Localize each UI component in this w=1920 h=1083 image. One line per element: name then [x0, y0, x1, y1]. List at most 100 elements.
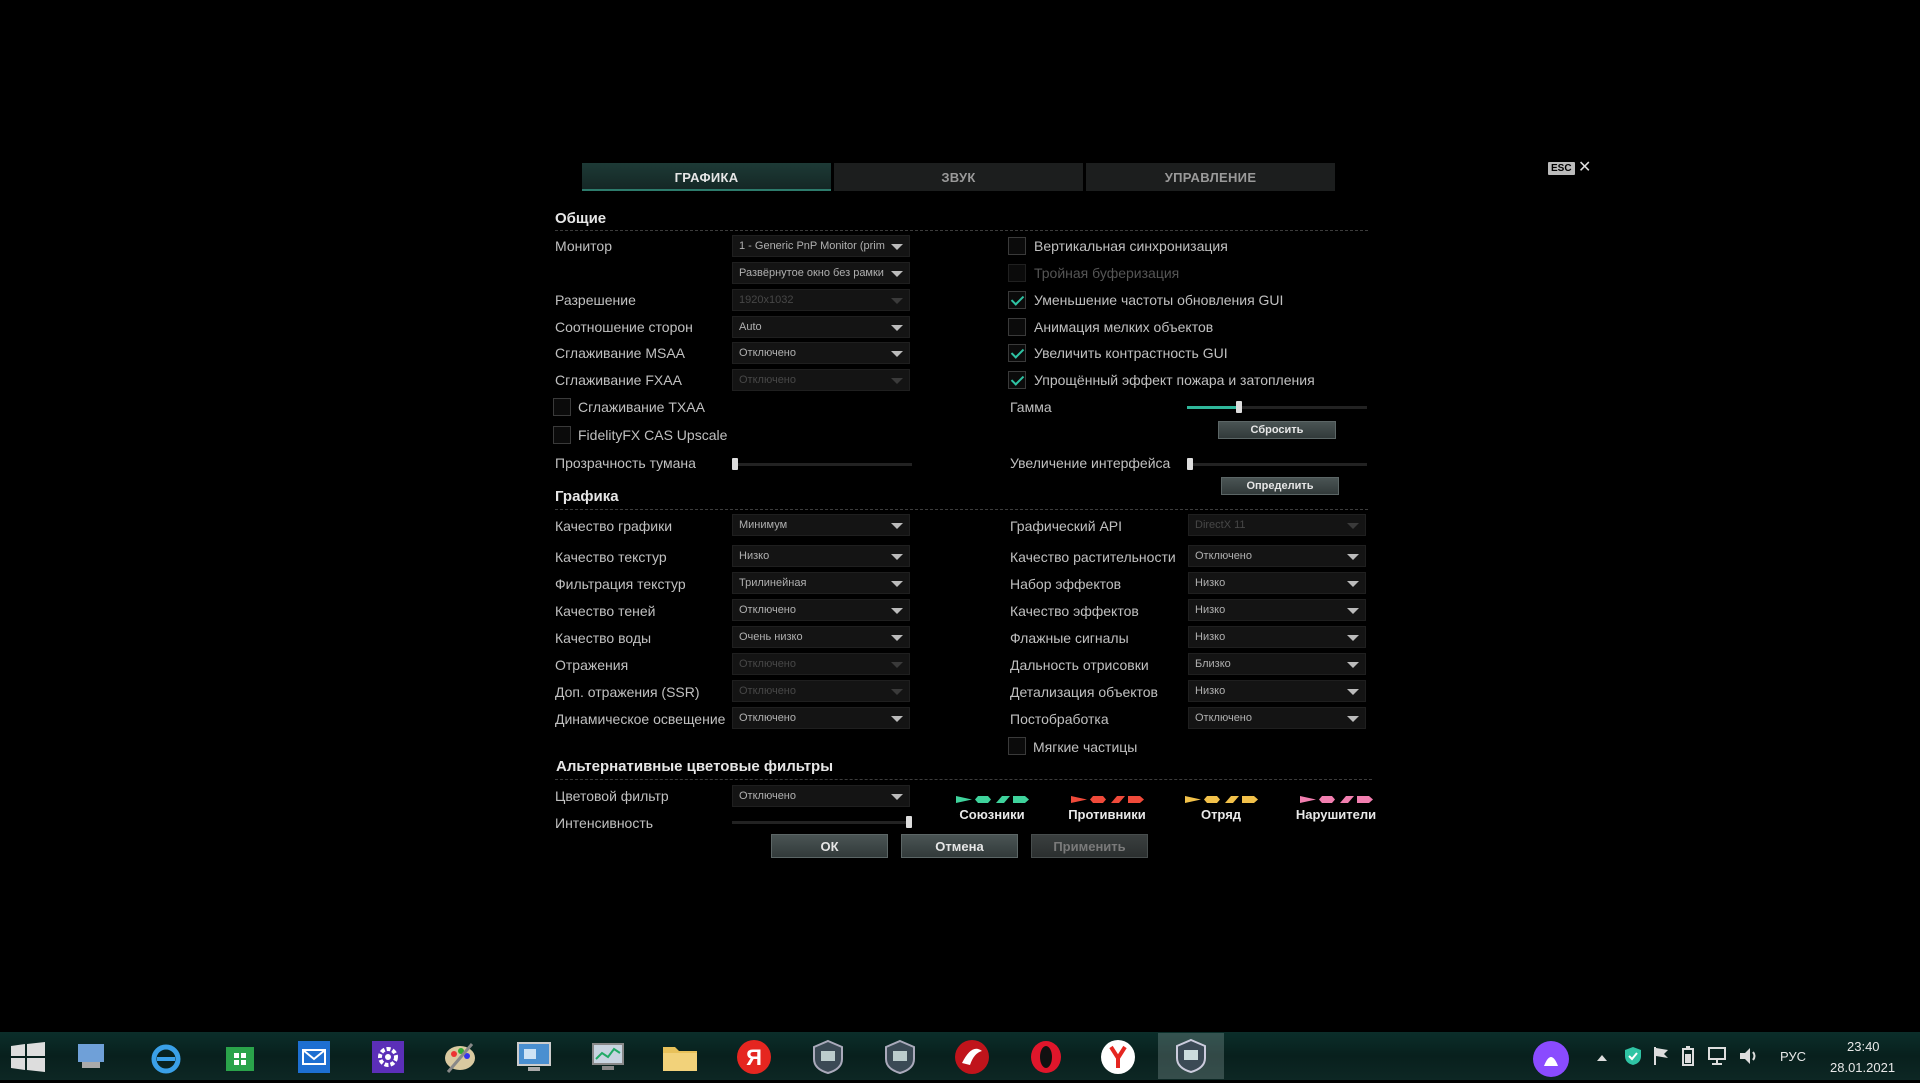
remote-desktop-icon[interactable] — [514, 1038, 554, 1076]
chevron-down-icon — [891, 523, 903, 529]
texture-filter-value: Трилинейная — [739, 577, 807, 589]
vegetation-value: Отключено — [1195, 550, 1252, 562]
slider-fill — [1187, 406, 1237, 409]
internet-explorer-icon[interactable] — [146, 1038, 186, 1076]
soft-particles-checkbox[interactable] — [1008, 737, 1026, 755]
gui-rate-checkbox[interactable] — [1008, 291, 1026, 309]
effects-quality-dropdown[interactable]: Низко — [1188, 599, 1366, 621]
chevron-down-icon — [1347, 581, 1359, 587]
flags-value: Низко — [1195, 631, 1226, 643]
vsync-checkbox[interactable] — [1008, 237, 1026, 255]
quality-dropdown[interactable]: Минимум — [732, 514, 910, 536]
chevron-down-icon — [891, 554, 903, 560]
shadow-dropdown[interactable]: Отключено — [732, 599, 910, 621]
ship-icons-violators — [1286, 795, 1386, 804]
store-icon[interactable] — [220, 1038, 260, 1076]
yandex-icon[interactable]: Я — [734, 1038, 774, 1076]
tab-sound[interactable]: ЗВУК — [834, 163, 1083, 191]
monitor-dropdown[interactable]: 1 - Generic PnP Monitor (prim — [732, 235, 910, 257]
chevron-down-icon — [891, 608, 903, 614]
fxaa-value: Отключено — [739, 374, 796, 386]
draw-distance-value: Близко — [1195, 658, 1231, 670]
yandex-browser-icon[interactable] — [1098, 1038, 1138, 1076]
detect-button[interactable]: Определить — [1221, 477, 1339, 495]
ship-class-icon — [1318, 796, 1335, 803]
windows-start-icon[interactable] — [8, 1038, 48, 1076]
texture-filter-label: Фильтрация текстур — [555, 576, 686, 592]
vegetation-dropdown[interactable]: Отключено — [1188, 545, 1366, 567]
tray-chevron-up-icon[interactable] — [1596, 1050, 1608, 1068]
object-detail-dropdown[interactable]: Низко — [1188, 680, 1366, 702]
effects-set-dropdown[interactable]: Низко — [1188, 572, 1366, 594]
aspect-label: Соотношение сторон — [555, 319, 693, 335]
slider-handle[interactable] — [732, 458, 738, 470]
ship-icons-allies — [942, 795, 1042, 804]
apply-button: Применить — [1031, 834, 1148, 858]
animation-checkbox[interactable] — [1008, 318, 1026, 336]
txaa-checkbox[interactable] — [553, 398, 571, 416]
cancel-button[interactable]: Отмена — [901, 834, 1018, 858]
wargaming-icon[interactable] — [952, 1038, 992, 1076]
postprocess-dropdown[interactable]: Отключено — [1188, 707, 1366, 729]
fire-effect-checkbox[interactable] — [1008, 371, 1026, 389]
network-icon[interactable] — [1706, 1046, 1728, 1071]
aspect-dropdown[interactable]: Auto — [732, 316, 910, 338]
ui-scale-slider[interactable] — [1187, 458, 1367, 470]
close-icon[interactable]: ✕ — [1578, 157, 1591, 177]
dynamic-light-dropdown[interactable]: Отключено — [732, 707, 910, 729]
contrast-checkbox[interactable] — [1008, 344, 1026, 362]
folder-icon[interactable] — [660, 1038, 700, 1076]
flag-icon[interactable] — [1652, 1046, 1670, 1071]
volume-icon[interactable] — [1738, 1046, 1760, 1071]
shadow-value: Отключено — [739, 604, 796, 616]
wows-active-icon[interactable] — [1158, 1033, 1224, 1079]
mail-icon[interactable] — [294, 1038, 334, 1076]
gamma-label: Гамма — [1010, 399, 1052, 415]
color-filter-dropdown[interactable]: Отключено — [732, 785, 910, 807]
alice-icon[interactable] — [1532, 1040, 1570, 1083]
effects-quality-value: Низко — [1195, 604, 1226, 616]
api-value: DirectX 11 — [1195, 519, 1246, 531]
vsync-label: Вертикальная синхронизация — [1034, 238, 1228, 254]
water-dropdown[interactable]: Очень низко — [732, 626, 910, 648]
gamma-slider[interactable] — [1187, 401, 1367, 413]
effects-quality-label: Качество эффектов — [1010, 603, 1139, 619]
fog-slider[interactable] — [732, 458, 912, 470]
ok-button[interactable]: ОК — [771, 834, 888, 858]
wows-icon[interactable] — [808, 1038, 848, 1076]
draw-distance-dropdown[interactable]: Близко — [1188, 653, 1366, 675]
monitor-icon[interactable] — [588, 1038, 628, 1076]
tab-controls[interactable]: УПРАВЛЕНИЕ — [1086, 163, 1335, 191]
chevron-down-icon — [891, 378, 903, 384]
txaa-label: Сглаживание TXAA — [578, 399, 705, 415]
fidelity-checkbox[interactable] — [553, 426, 571, 444]
slider-handle[interactable] — [906, 816, 912, 828]
texture-quality-dropdown[interactable]: Низко — [732, 545, 910, 567]
slider-handle[interactable] — [1187, 458, 1193, 470]
texture-filter-dropdown[interactable]: Трилинейная — [732, 572, 910, 594]
tab-graphics[interactable]: ГРАФИКА — [582, 163, 831, 191]
clock-date[interactable]: 28.01.2021 — [1830, 1060, 1895, 1075]
vegetation-label: Качество растительности — [1010, 549, 1176, 565]
triple-buffer-label: Тройная буферизация — [1034, 265, 1180, 281]
battery-icon[interactable] — [1680, 1046, 1696, 1071]
opera-icon[interactable] — [1026, 1038, 1066, 1076]
chevron-down-icon — [891, 244, 903, 250]
wows-icon-2[interactable] — [880, 1038, 920, 1076]
explorer-icon[interactable] — [72, 1038, 112, 1076]
msaa-dropdown[interactable]: Отключено — [732, 342, 910, 364]
slider-handle[interactable] — [1236, 401, 1242, 413]
chevron-down-icon — [1347, 689, 1359, 695]
clock-time[interactable]: 23:40 — [1847, 1039, 1880, 1054]
settings-icon[interactable] — [368, 1038, 408, 1076]
window-mode-dropdown[interactable]: Развёрнутое окно без рамки — [732, 262, 910, 284]
section-title-general: Общие — [555, 210, 607, 227]
intensity-slider[interactable] — [732, 816, 912, 828]
shield-icon[interactable] — [1624, 1046, 1642, 1071]
reflections-dropdown: Отключено — [732, 653, 910, 675]
language-indicator[interactable]: РУС — [1780, 1049, 1806, 1064]
reset-gamma-button[interactable]: Сбросить — [1218, 421, 1336, 439]
paint-icon[interactable] — [440, 1038, 480, 1076]
flags-dropdown[interactable]: Низко — [1188, 626, 1366, 648]
settings-tabs: ГРАФИКА ЗВУК УПРАВЛЕНИЕ — [582, 163, 1335, 191]
